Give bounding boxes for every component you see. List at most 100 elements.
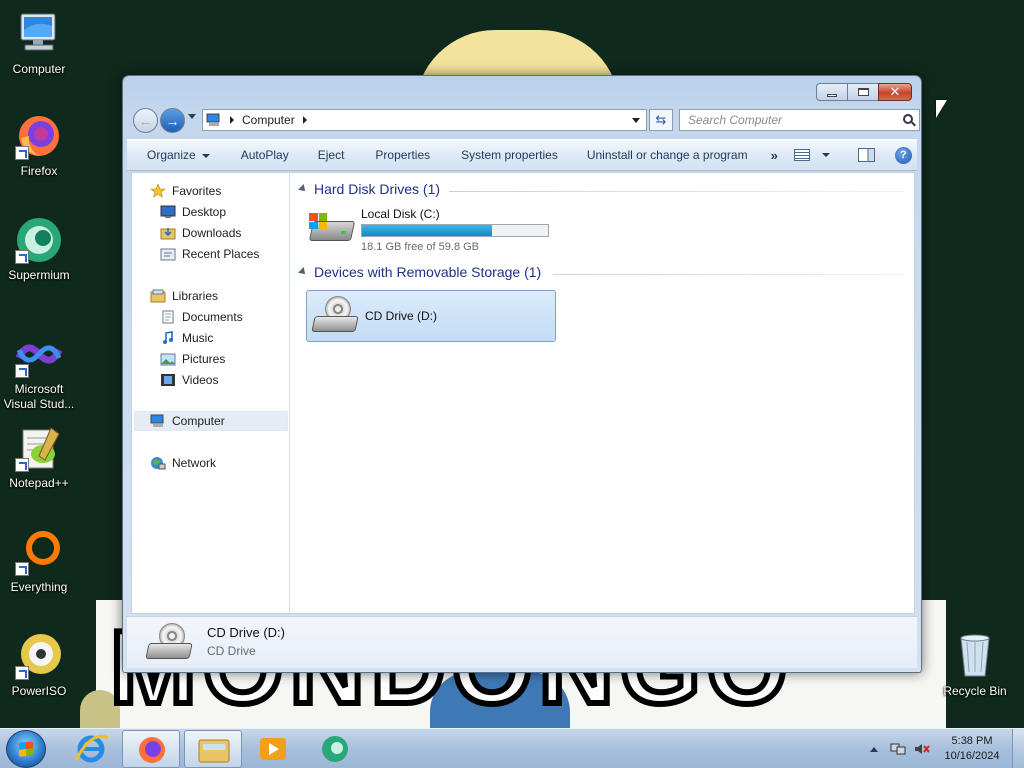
nav-item-downloads[interactable]: Downloads: [160, 223, 241, 243]
nav-label: Music: [182, 331, 214, 345]
taskbar-supermium[interactable]: [306, 730, 364, 768]
drive-name: Local Disk (C:): [361, 207, 440, 221]
desktop-icon-supermium[interactable]: Supermium: [0, 216, 78, 283]
supermium-icon: [322, 736, 348, 762]
nav-label: Desktop: [182, 205, 227, 219]
shortcut-arrow-icon: [15, 146, 29, 160]
drive-local-disk-c[interactable]: Local Disk (C:) 18.1 GB free of 59.8 GB: [307, 207, 549, 253]
refresh-button[interactable]: ⇆: [649, 109, 673, 131]
music-icon: [160, 331, 176, 345]
nav-item-desktop[interactable]: Desktop: [160, 202, 226, 222]
forward-arrow-icon: →: [165, 112, 180, 129]
poweriso-icon: [15, 632, 63, 680]
start-button[interactable]: [6, 730, 46, 768]
taskbar-windows-explorer[interactable]: [184, 730, 242, 768]
search-input[interactable]: Search Computer: [679, 109, 920, 131]
minimize-button[interactable]: [816, 83, 847, 101]
collapse-arrow-icon[interactable]: [298, 267, 308, 277]
shortcut-arrow-icon: [15, 666, 29, 680]
group-header-removable[interactable]: Devices with Removable Storage (1): [298, 264, 541, 280]
details-subtitle: CD Drive: [207, 644, 256, 658]
internet-explorer-icon: [74, 734, 109, 763]
nav-label: Pictures: [182, 352, 226, 366]
breadcrumb-chevron-icon[interactable]: [230, 116, 234, 124]
details-pane: CD Drive (D:) CD Drive: [127, 616, 917, 668]
computer-icon: [206, 113, 222, 127]
recent-places-icon: [160, 247, 176, 261]
command-bar: Organize AutoPlay Eject Properties Syste…: [127, 139, 917, 171]
autoplay-button[interactable]: AutoPlay: [221, 148, 300, 162]
uninstall-program-button[interactable]: Uninstall or change a program: [569, 148, 759, 162]
nav-label: Favorites: [172, 184, 222, 198]
taskbar-internet-explorer[interactable]: [62, 730, 120, 768]
change-view-button[interactable]: [788, 149, 836, 161]
nav-item-network[interactable]: Network: [150, 453, 216, 473]
eject-button[interactable]: Eject: [300, 148, 356, 162]
nav-item-recent-places[interactable]: Recent Places: [160, 244, 259, 264]
window-controls: ✕: [816, 83, 912, 101]
preview-pane-button[interactable]: [857, 148, 875, 162]
desktop-icon-visual-studio[interactable]: Microsoft Visual Stud...: [0, 330, 78, 412]
maximize-button[interactable]: [847, 83, 878, 101]
nav-item-videos[interactable]: Videos: [160, 370, 218, 390]
nav-item-documents[interactable]: Documents: [160, 307, 243, 327]
taskbar-firefox[interactable]: [122, 730, 180, 768]
explorer-window: ✕ ← → Computer ⇆ Search Computer Organiz…: [122, 75, 922, 673]
nav-label: Recent Places: [182, 247, 260, 261]
refresh-icon: ⇆: [655, 112, 667, 127]
help-button[interactable]: ?: [894, 146, 912, 164]
desktop-icon-label: Supermium: [8, 268, 70, 282]
desktop-icon-everything[interactable]: Everything: [0, 528, 78, 595]
downloads-folder-icon: [160, 226, 176, 240]
group-divider: [553, 274, 904, 275]
desktop-icon-label: Computer: [12, 62, 66, 76]
show-hidden-icons-button[interactable]: [870, 746, 878, 752]
network-status-icon[interactable]: [890, 742, 906, 756]
nav-item-computer[interactable]: Computer: [134, 411, 288, 431]
everything-icon: [15, 528, 63, 576]
more-commands-button[interactable]: »: [759, 148, 788, 163]
back-button[interactable]: ←: [133, 108, 158, 133]
properties-button[interactable]: Properties: [355, 148, 441, 162]
documents-icon: [160, 310, 176, 324]
recent-pages-dropdown[interactable]: [188, 114, 196, 119]
desktop-icon-label: Recycle Bin: [943, 684, 1007, 698]
computer-icon: [150, 414, 166, 428]
show-desktop-button[interactable]: [1012, 729, 1024, 768]
shortcut-arrow-icon: [15, 458, 29, 472]
group-header-hard-disk[interactable]: Hard Disk Drives (1): [298, 181, 440, 197]
desktop-icon: [160, 205, 176, 219]
volume-muted-icon[interactable]: [914, 742, 930, 756]
organize-button[interactable]: Organize: [127, 148, 221, 162]
system-properties-button[interactable]: System properties: [441, 148, 569, 162]
search-icon[interactable]: [903, 114, 913, 124]
desktop-icon-poweriso[interactable]: PowerISO: [0, 632, 78, 699]
nav-item-pictures[interactable]: Pictures: [160, 349, 225, 369]
desktop-icon-recycle-bin[interactable]: Recycle Bin: [936, 632, 1014, 699]
search-placeholder: Search Computer: [688, 113, 783, 127]
visual-studio-icon: [15, 330, 63, 378]
address-dropdown-button[interactable]: [628, 110, 644, 130]
nav-item-libraries[interactable]: Libraries: [150, 286, 218, 306]
address-bar[interactable]: Computer: [202, 109, 647, 131]
desktop-icon-firefox[interactable]: Firefox: [0, 112, 78, 179]
desktop-icon-computer[interactable]: Computer: [0, 10, 78, 77]
collapse-arrow-icon[interactable]: [298, 184, 308, 194]
libraries-icon: [150, 289, 166, 303]
breadcrumb-chevron-icon[interactable]: [302, 116, 307, 124]
maximize-icon: [857, 88, 869, 96]
close-button[interactable]: ✕: [878, 83, 912, 101]
drive-cd-d[interactable]: CD Drive (D:): [306, 290, 556, 342]
shortcut-arrow-icon: [15, 250, 29, 264]
nav-label: Network: [172, 456, 217, 470]
breadcrumb-computer[interactable]: Computer: [242, 113, 295, 127]
desktop-icon-label: Microsoft Visual Stud...: [3, 382, 75, 411]
desktop-icon-notepadpp[interactable]: Notepad++: [0, 424, 78, 491]
taskbar-media-player[interactable]: [244, 730, 302, 768]
nav-item-music[interactable]: Music: [160, 328, 213, 348]
nav-item-favorites[interactable]: Favorites: [150, 181, 221, 201]
forward-button[interactable]: →: [160, 108, 185, 133]
firefox-icon: [15, 112, 63, 160]
system-clock[interactable]: 5:38 PM 10/16/2024: [938, 734, 1006, 764]
details-title: CD Drive (D:): [207, 625, 285, 640]
